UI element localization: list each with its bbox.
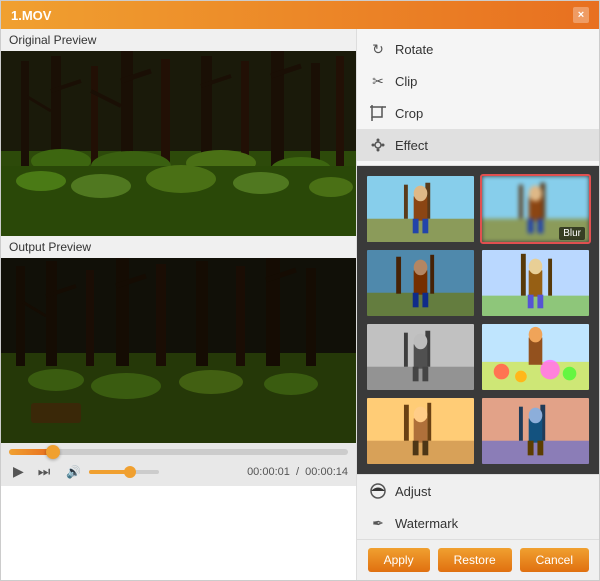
output-preview	[1, 258, 356, 443]
tool-clip-label: Clip	[395, 74, 417, 89]
bottom-tools: Adjust ✒ Watermark	[357, 474, 599, 539]
effect-8[interactable]	[480, 396, 591, 466]
main-content: Original Preview	[1, 29, 599, 580]
tool-watermark-label: Watermark	[395, 516, 458, 531]
effect-7[interactable]	[365, 396, 476, 466]
effect-grid: Blur	[365, 174, 591, 466]
tool-adjust[interactable]: Adjust	[357, 475, 599, 507]
effect-normal[interactable]	[365, 174, 476, 244]
restore-button[interactable]: Restore	[438, 548, 512, 572]
tools-list: ↻ Rotate ✂ Clip	[357, 29, 599, 166]
effect-bw[interactable]	[365, 322, 476, 392]
seek-bar[interactable]	[9, 449, 348, 455]
seek-thumb[interactable]	[46, 445, 60, 459]
volume-icon[interactable]: 🔊	[62, 463, 85, 481]
play-button[interactable]: ▶	[9, 461, 28, 482]
original-label: Original Preview	[1, 29, 356, 51]
tool-crop[interactable]: Crop	[357, 97, 599, 129]
apply-button[interactable]: Apply	[368, 548, 430, 572]
blur-label: Blur	[559, 227, 585, 240]
left-panel: Original Preview	[1, 29, 356, 580]
crop-icon	[369, 104, 387, 122]
time-current: 00:00:01	[247, 466, 290, 478]
right-panel: ↻ Rotate ✂ Clip	[356, 29, 599, 580]
rotate-icon: ↻	[369, 40, 387, 58]
tool-adjust-label: Adjust	[395, 484, 431, 499]
action-bar: Apply Restore Cancel	[357, 539, 599, 580]
tool-effect-label: Effect	[395, 138, 428, 153]
tool-rotate-label: Rotate	[395, 42, 433, 57]
titlebar: 1.MOV ×	[1, 1, 599, 29]
original-preview	[1, 51, 356, 236]
cancel-button[interactable]: Cancel	[520, 548, 589, 572]
tool-rotate[interactable]: ↻ Rotate	[357, 33, 599, 65]
title-text: 1.MOV	[11, 8, 51, 23]
effect-icon	[369, 136, 387, 154]
step-forward-button[interactable]: ⏭	[34, 461, 55, 482]
effect-3[interactable]	[365, 248, 476, 318]
controls-bar: ▶ ⏭ 🔊 00:00:01 / 00:00:14	[1, 443, 356, 486]
tool-clip[interactable]: ✂ Clip	[357, 65, 599, 97]
close-button[interactable]: ×	[573, 7, 589, 23]
watermark-icon: ✒	[369, 514, 387, 532]
output-label: Output Preview	[1, 236, 356, 258]
tool-effect[interactable]: Effect	[357, 129, 599, 161]
effect-blur[interactable]: Blur	[480, 174, 591, 244]
volume-area: 🔊	[62, 463, 159, 481]
tool-crop-label: Crop	[395, 106, 423, 121]
volume-thumb[interactable]	[124, 466, 136, 478]
time-display: 00:00:01 / 00:00:14	[247, 466, 348, 478]
main-window: 1.MOV × Original Preview	[0, 0, 600, 581]
clip-icon: ✂	[369, 72, 387, 90]
close-icon: ×	[578, 9, 584, 21]
volume-fill	[89, 470, 128, 474]
adjust-icon	[369, 482, 387, 500]
effect-4[interactable]	[480, 248, 591, 318]
seek-fill	[9, 449, 50, 455]
tool-watermark[interactable]: ✒ Watermark	[357, 507, 599, 539]
effect-section: Blur	[357, 166, 599, 474]
time-total: 00:00:14	[305, 466, 348, 478]
effect-6[interactable]	[480, 322, 591, 392]
volume-bar[interactable]	[89, 470, 159, 474]
